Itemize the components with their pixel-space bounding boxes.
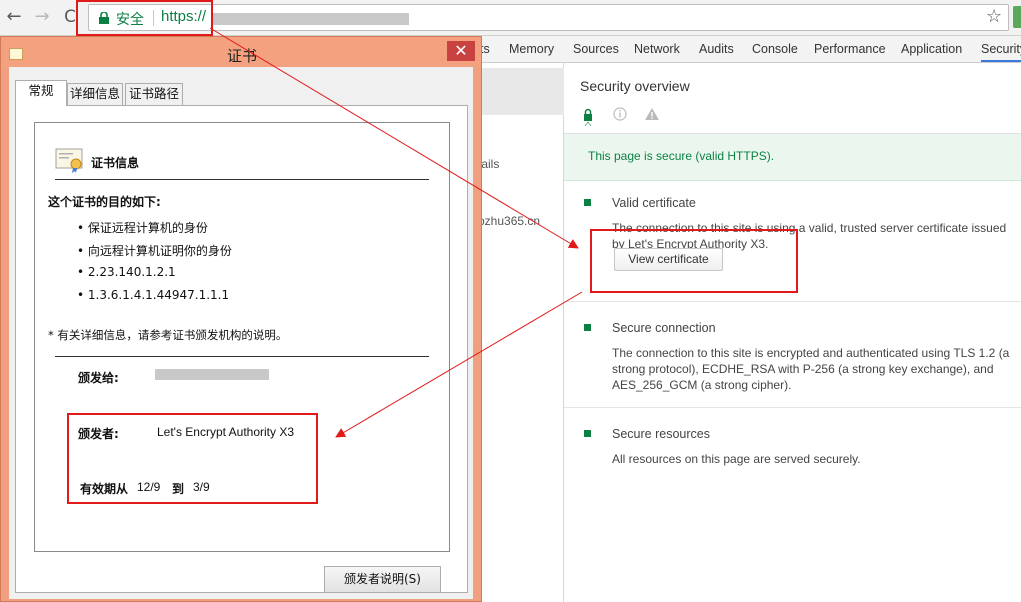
lock-icon xyxy=(584,108,592,121)
secure-connection-section: Secure connection The connection to this… xyxy=(564,302,1021,408)
tab-application[interactable]: Application xyxy=(901,42,962,56)
annotation-box-certificate xyxy=(590,229,798,293)
bookmark-star-icon[interactable]: ☆ xyxy=(986,6,1002,27)
status-green-square-icon xyxy=(584,199,591,206)
divider xyxy=(55,356,429,357)
status-green-square-icon xyxy=(584,430,591,437)
tab-console[interactable]: Console xyxy=(752,42,798,56)
tab-audits[interactable]: Audits xyxy=(699,42,734,56)
dialog-body: 常规 详细信息 证书路径 证书信息 这个证书的目的如下: • 保证远程计算机的身… xyxy=(9,67,473,599)
status-green-square-icon xyxy=(584,324,591,331)
annotation-box-issuer xyxy=(67,413,318,504)
extension-icon[interactable] xyxy=(1013,6,1021,28)
tab-security[interactable]: Security xyxy=(981,42,1021,62)
general-tab-panel: 证书信息 这个证书的目的如下: • 保证远程计算机的身份 • 向远程计算机证明你… xyxy=(15,105,468,593)
certificate-info-title: 证书信息 xyxy=(91,156,140,170)
tab-network[interactable]: Network xyxy=(634,42,680,56)
section-heading: Secure connection xyxy=(612,321,716,335)
purpose-item: • 向远程计算机证明你的身份 xyxy=(77,244,232,258)
back-button[interactable]: ← xyxy=(4,6,24,28)
tab-performance[interactable]: Performance xyxy=(814,42,886,56)
issued-to-redacted xyxy=(155,369,269,380)
tab-sources[interactable]: Sources xyxy=(573,42,619,56)
dialog-titlebar[interactable]: 证书 ✕ xyxy=(1,37,481,67)
url-redacted xyxy=(211,13,409,25)
warning-icon xyxy=(645,108,659,120)
devtools-panel: ts Memory Sources Network Audits Console… xyxy=(478,36,1021,602)
purpose-item: • 保证远程计算机的身份 xyxy=(77,221,208,235)
certificate-dialog: 证书 ✕ 常规 详细信息 证书路径 证书信息 这个证书的目的如下: • 保证远程… xyxy=(0,36,482,602)
info-icon xyxy=(613,107,627,121)
section-body: All resources on this page are served se… xyxy=(612,452,861,466)
security-overview-title: Security overview xyxy=(580,78,690,94)
issuer-statement-button[interactable]: 颁发者说明(S) xyxy=(324,566,441,593)
section-heading: Valid certificate xyxy=(612,196,696,210)
origin-list-item[interactable]: ozhu365.cn xyxy=(478,214,540,228)
secure-resources-section: Secure resources All resources on this p… xyxy=(564,408,1021,478)
section-heading: Secure resources xyxy=(612,427,710,441)
certificate-icon xyxy=(55,148,83,173)
security-origin-list: tails ozhu365.cn xyxy=(478,63,564,602)
tab-memory[interactable]: Memory xyxy=(509,42,554,56)
secure-banner: This page is secure (valid HTTPS). xyxy=(564,134,1021,181)
devtools-tab-bar: ts Memory Sources Network Audits Console… xyxy=(480,36,1021,63)
purpose-item: • 2.23.140.1.2.1 xyxy=(77,265,176,279)
security-state-icons xyxy=(584,107,659,126)
more-info-note: * 有关详细信息，请参考证书颁发机构的说明。 xyxy=(48,328,288,342)
section-body: The connection to this site is encrypted… xyxy=(612,346,1010,392)
forward-button[interactable]: → xyxy=(32,6,52,28)
purpose-heading: 这个证书的目的如下: xyxy=(48,195,161,209)
purpose-item: • 1.3.6.1.4.1.44947.1.1.1 xyxy=(77,288,230,302)
address-bar[interactable]: 安全 https:// ☆ xyxy=(88,4,1009,31)
certificate-app-icon xyxy=(9,48,23,60)
secure-banner-text: This page is secure (valid HTTPS). xyxy=(588,149,775,163)
close-button[interactable]: ✕ xyxy=(447,41,475,61)
issued-to-label: 颁发给: xyxy=(78,371,119,385)
tab-details[interactable]: 详细信息 xyxy=(67,83,123,105)
tab-certification-path[interactable]: 证书路径 xyxy=(125,83,183,105)
annotation-box-url xyxy=(76,0,213,36)
tab-general[interactable]: 常规 xyxy=(15,80,67,106)
divider xyxy=(55,179,429,180)
selected-overview-row[interactable] xyxy=(480,68,564,115)
dialog-title: 证书 xyxy=(227,47,258,65)
